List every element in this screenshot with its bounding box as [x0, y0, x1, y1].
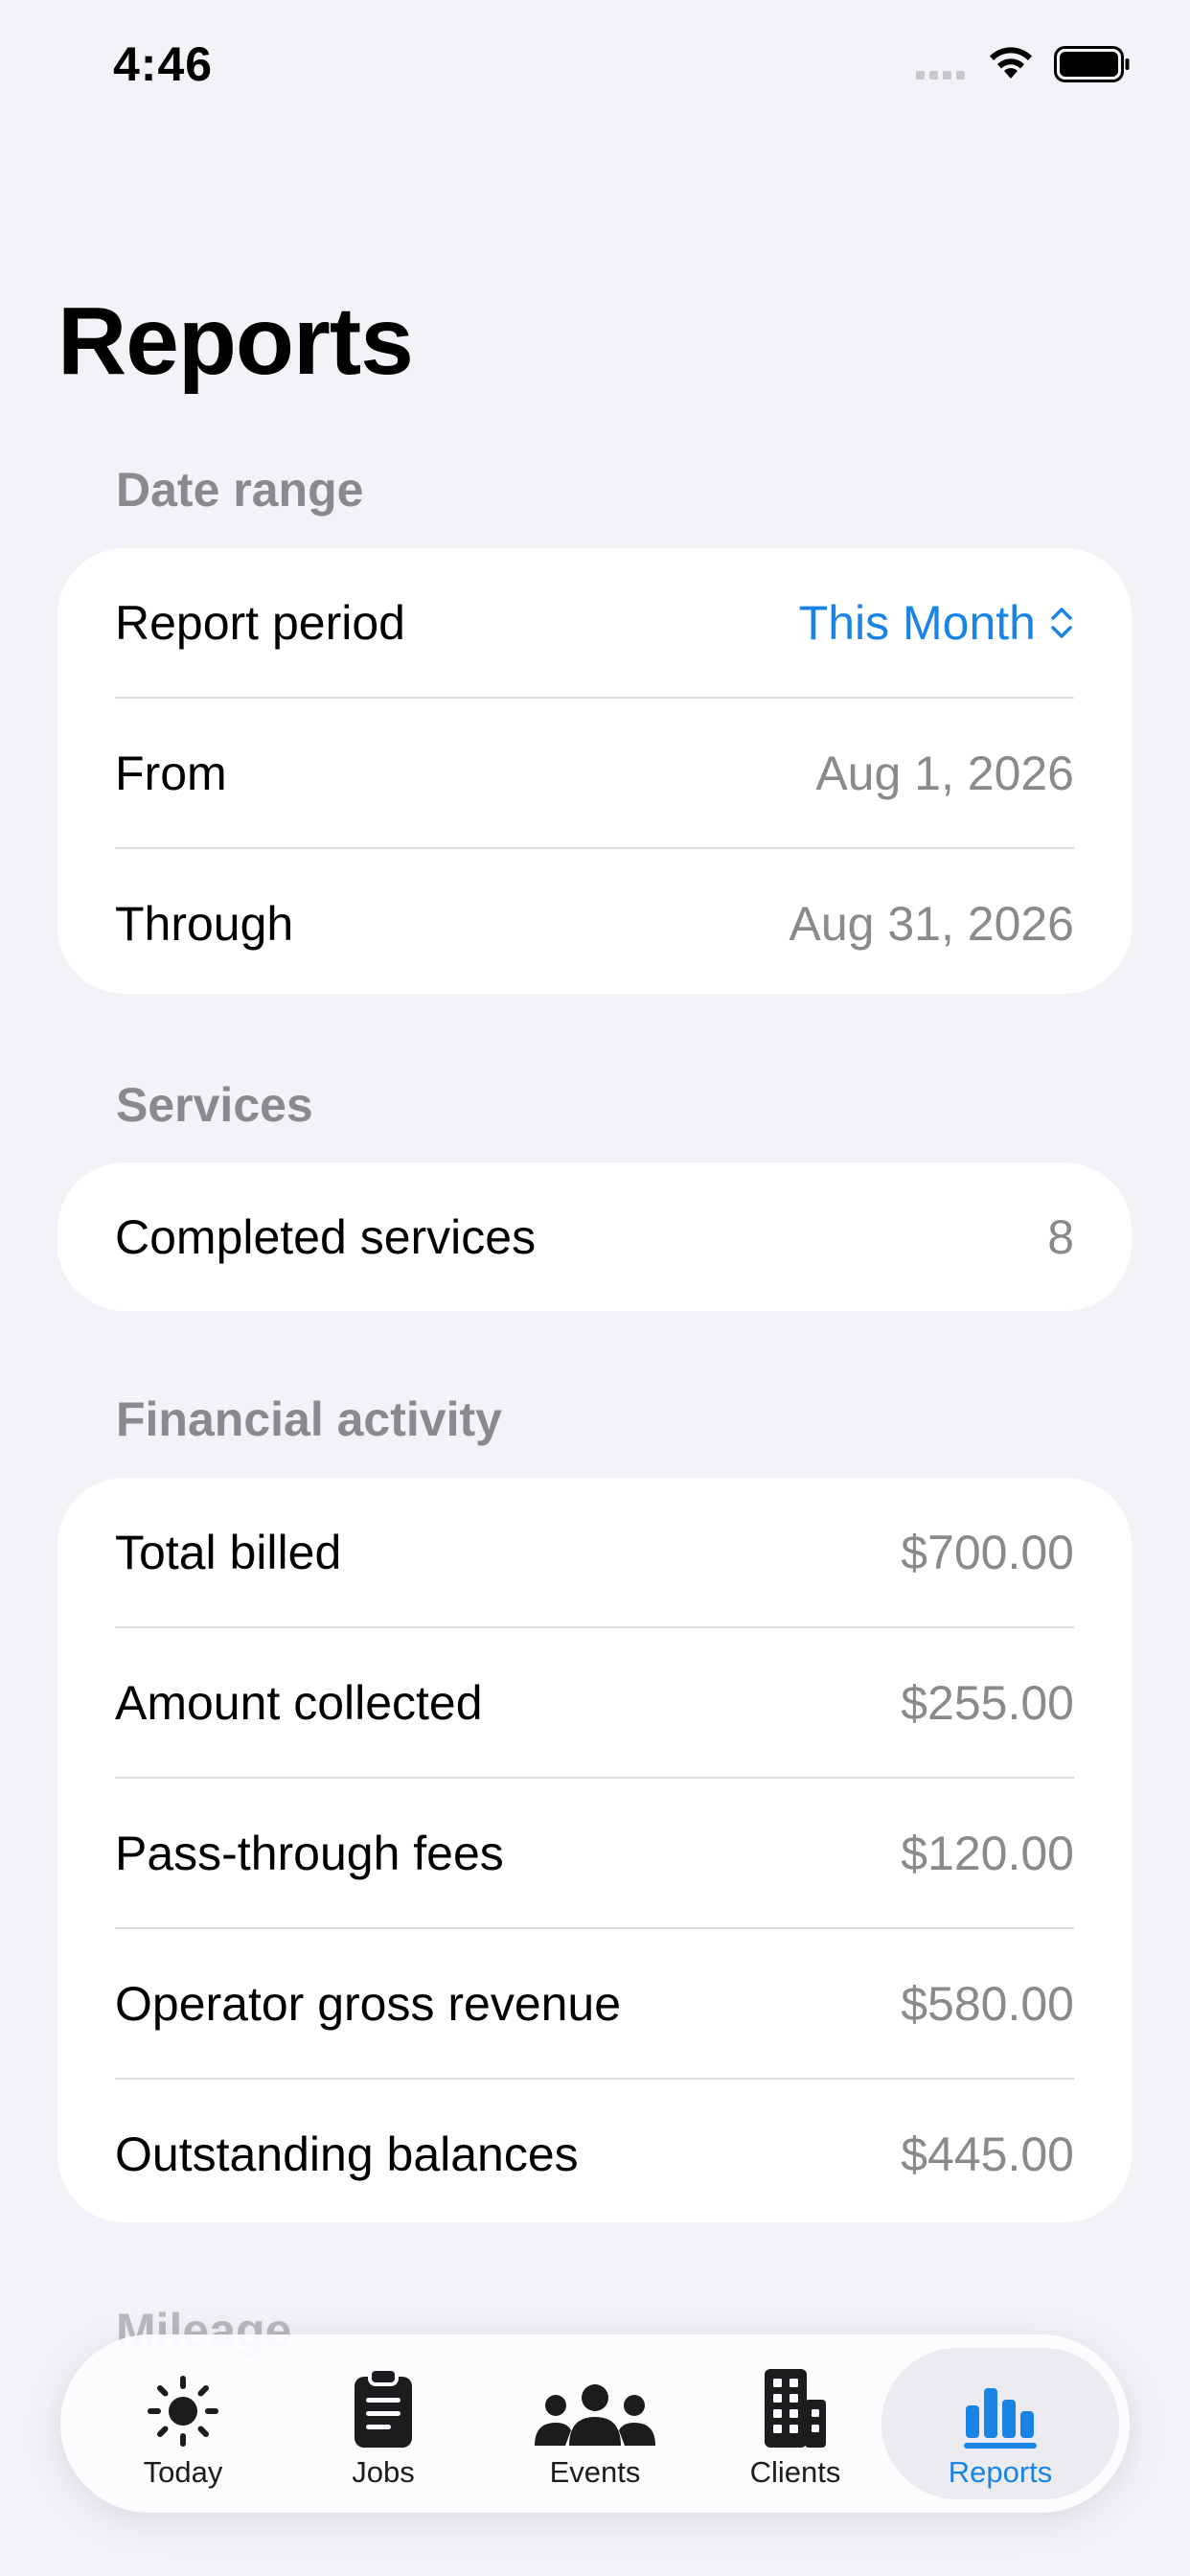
through-label: Through	[115, 896, 294, 951]
tab-label: Reports	[948, 2455, 1053, 2489]
cellular-signal-icon	[916, 71, 965, 80]
status-bar: 4:46	[0, 0, 1190, 134]
financial-row-outstanding-balances: Outstanding balances $445.00	[115, 2078, 1074, 2228]
completed-services-row: Completed services 8	[115, 1162, 1074, 1311]
financial-row-total-billed: Total billed $700.00	[115, 1478, 1074, 1626]
from-label: From	[115, 746, 227, 800]
from-value[interactable]: Aug 1, 2026	[815, 746, 1074, 801]
from-row[interactable]: From Aug 1, 2026	[115, 697, 1074, 847]
tab-today[interactable]: Today	[82, 2348, 284, 2499]
tab-clients[interactable]: Clients	[695, 2348, 896, 2499]
tab-label: Jobs	[352, 2455, 415, 2489]
tab-label: Today	[143, 2455, 223, 2489]
financial-row-operator-gross-revenue: Operator gross revenue $580.00	[115, 1927, 1074, 2078]
financial-card: Total billed $700.00 Amount collected $2…	[57, 1478, 1132, 2222]
financial-row-value: $700.00	[901, 1525, 1074, 1579]
battery-icon	[1054, 46, 1130, 82]
bar-chart-icon	[964, 2388, 1037, 2449]
financial-row-pass-through-fees: Pass-through fees $120.00	[115, 1777, 1074, 1927]
sun-icon	[148, 2376, 218, 2447]
section-header-services: Services	[116, 1078, 313, 1132]
financial-row-value: $445.00	[901, 2127, 1074, 2181]
financial-row-value: $580.00	[901, 1976, 1074, 2031]
status-time: 4:46	[113, 37, 214, 91]
people-icon	[535, 2384, 655, 2446]
through-value[interactable]: Aug 31, 2026	[790, 896, 1075, 952]
tab-jobs[interactable]: Jobs	[283, 2348, 484, 2499]
building-icon	[765, 2369, 826, 2448]
completed-services-label: Completed services	[115, 1209, 537, 1264]
report-period-value: This Month	[798, 595, 1036, 650]
report-period-picker[interactable]: This Month	[799, 595, 1074, 651]
tab-bar: Today Jobs Events Clients Reports	[60, 2334, 1130, 2513]
wifi-icon	[990, 47, 1032, 79]
page-title: Reports	[57, 288, 414, 395]
chevron-up-down-icon	[1051, 607, 1072, 638]
date-range-card: Report period This Month From Aug 1, 202…	[57, 548, 1132, 994]
completed-services-value: 8	[1047, 1209, 1074, 1264]
financial-row-value: $120.00	[901, 1826, 1074, 1880]
report-period-label: Report period	[115, 595, 405, 650]
through-row[interactable]: Through Aug 31, 2026	[115, 847, 1074, 998]
section-header-date-range: Date range	[116, 463, 364, 517]
tab-label: Events	[549, 2455, 641, 2489]
financial-row-amount-collected: Amount collected $255.00	[115, 1626, 1074, 1777]
financial-row-value: $255.00	[901, 1675, 1074, 1730]
section-header-financial-activity: Financial activity	[116, 1392, 502, 1446]
tab-events[interactable]: Events	[494, 2348, 696, 2499]
report-period-row[interactable]: Report period This Month	[115, 548, 1074, 697]
tab-reports[interactable]: Reports	[881, 2348, 1119, 2499]
financial-row-label: Operator gross revenue	[115, 1976, 622, 2031]
financial-row-label: Total billed	[115, 1525, 342, 1579]
services-card: Completed services 8	[57, 1162, 1132, 1311]
financial-row-label: Pass-through fees	[115, 1826, 504, 1880]
financial-row-label: Amount collected	[115, 1675, 483, 1730]
tab-label: Clients	[749, 2455, 841, 2489]
financial-row-label: Outstanding balances	[115, 2127, 579, 2181]
clipboard-icon	[355, 2367, 412, 2448]
